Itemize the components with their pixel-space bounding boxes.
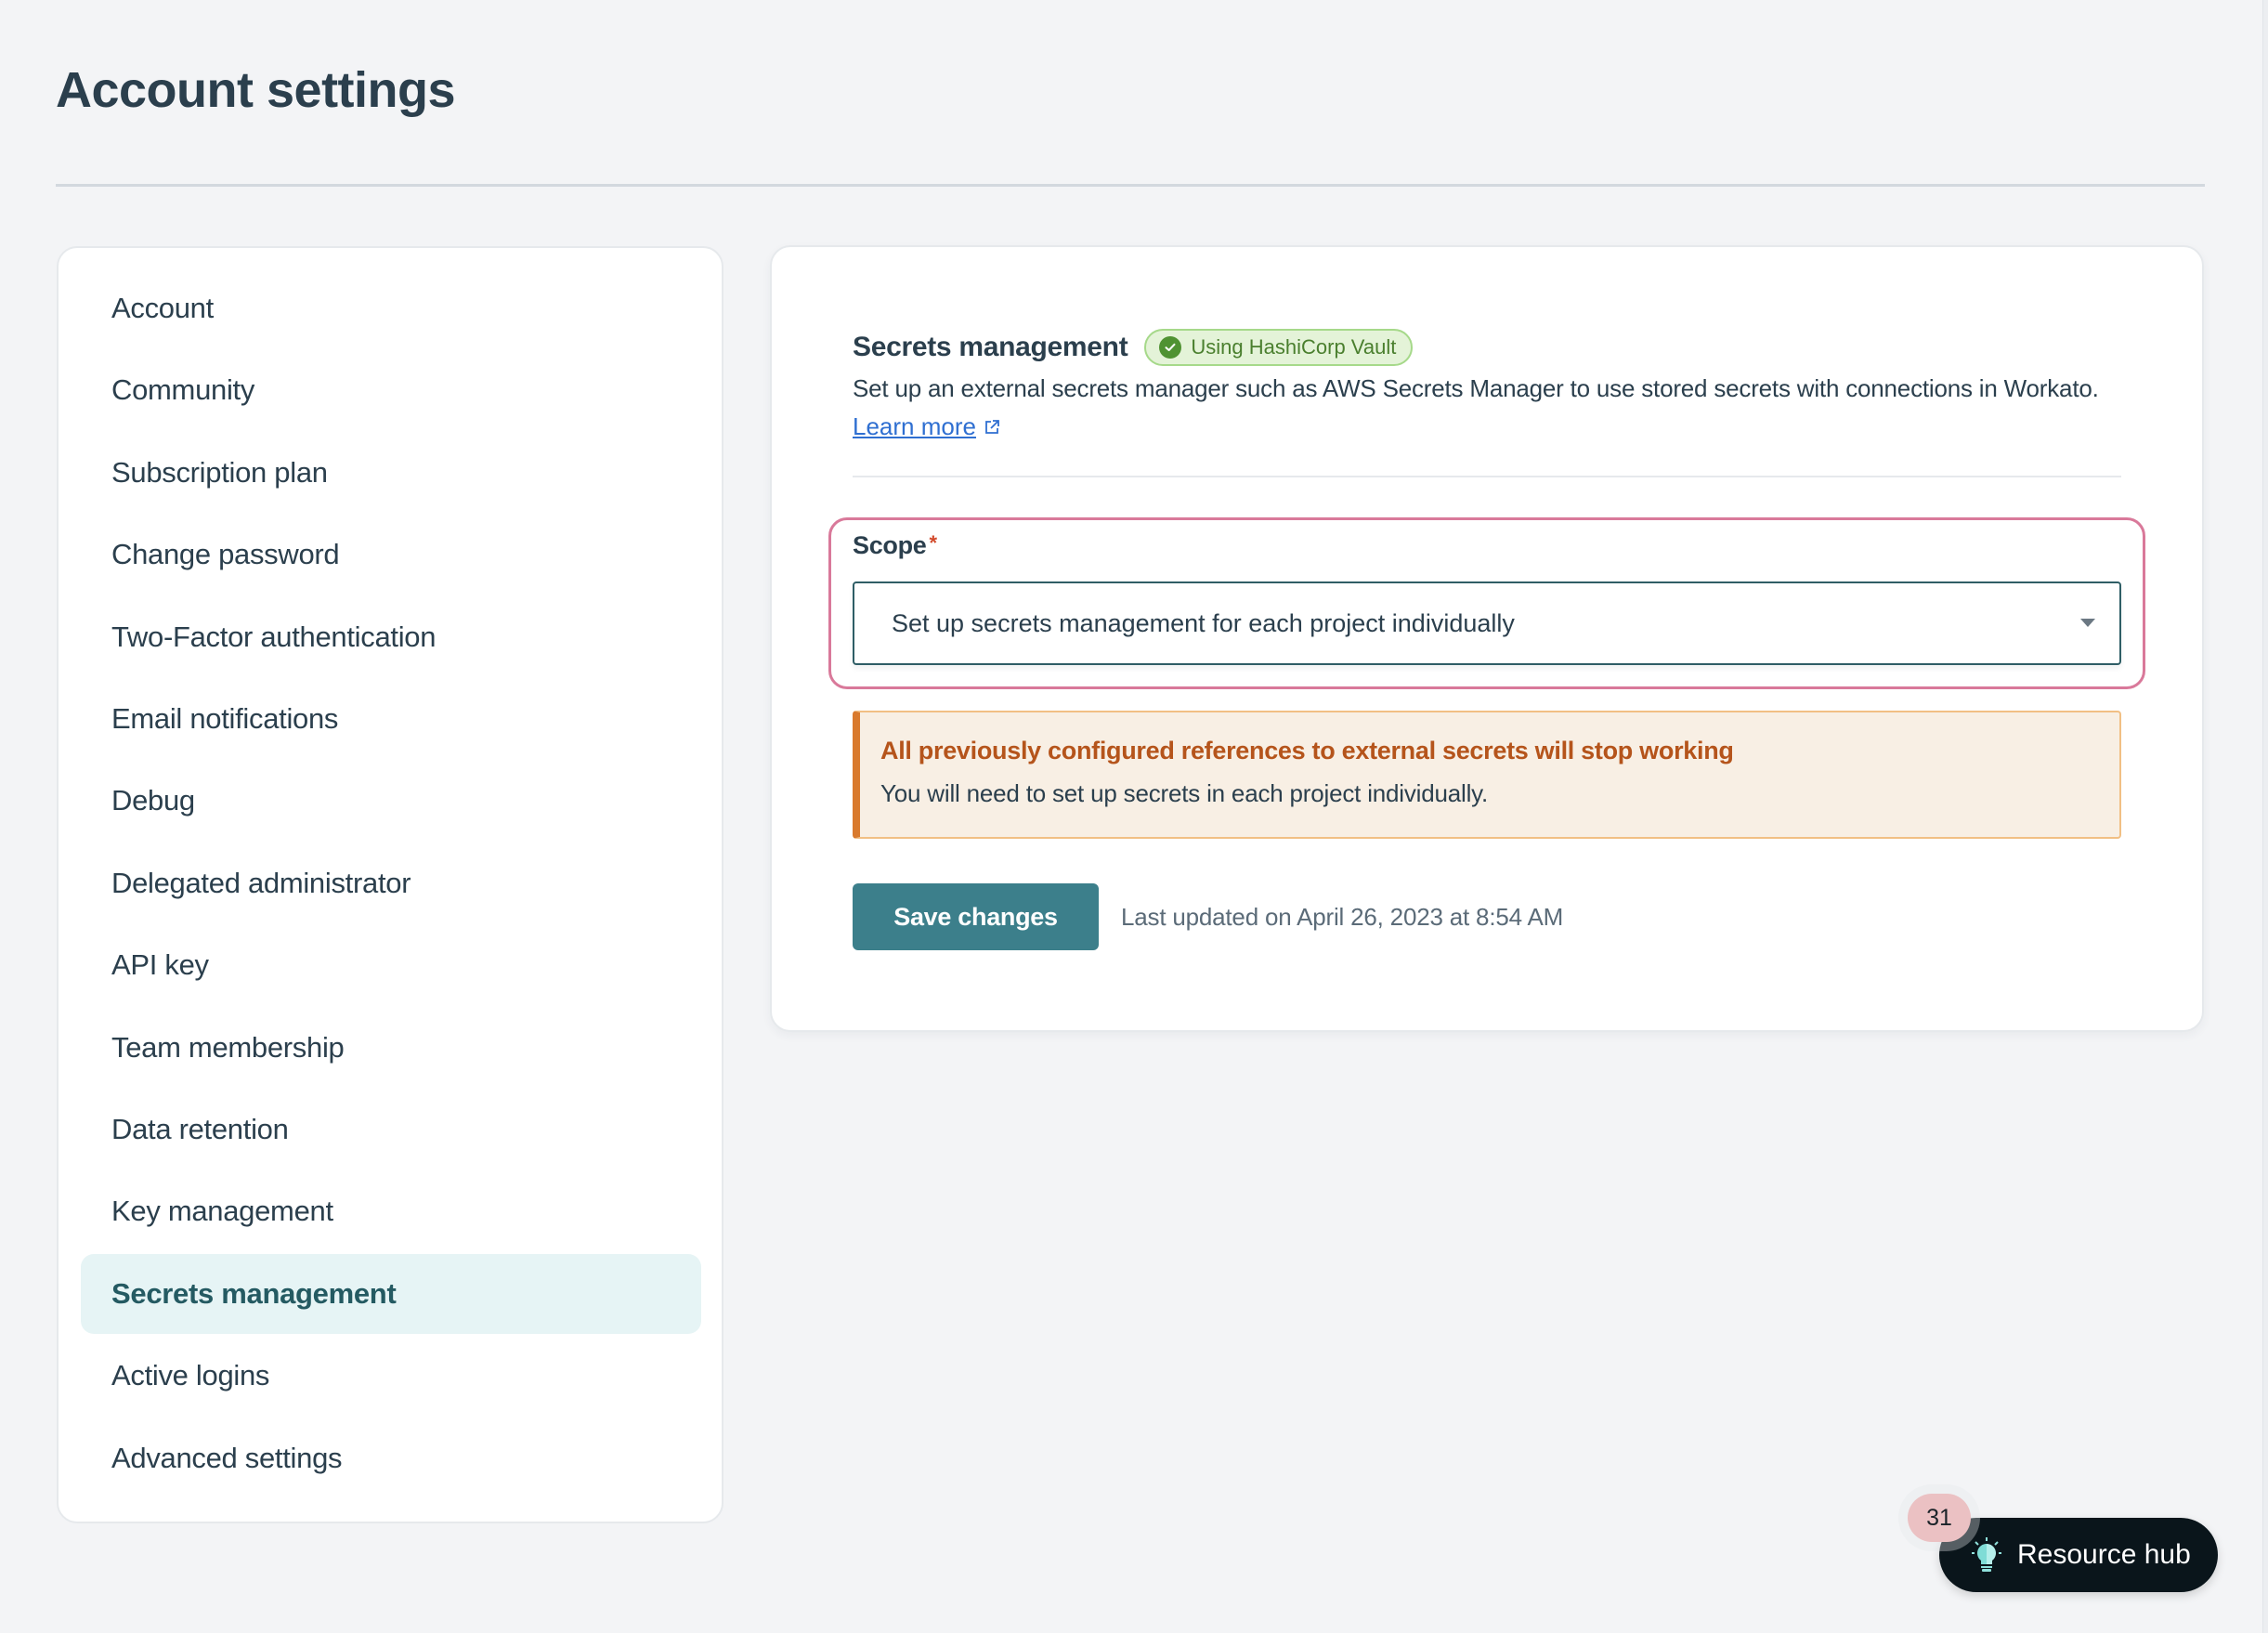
sidebar-item-label: Community xyxy=(111,373,255,407)
external-link-icon xyxy=(984,419,1000,436)
sidebar-item-change-password[interactable]: Change password xyxy=(81,515,701,594)
lightbulb-icon xyxy=(1971,1536,2002,1574)
last-updated-text: Last updated on April 26, 2023 at 8:54 A… xyxy=(1121,903,1564,931)
sidebar-item-two-factor-authentication[interactable]: Two-Factor authentication xyxy=(81,597,701,677)
sidebar-item-label: Account xyxy=(111,292,214,324)
save-changes-button[interactable]: Save changes xyxy=(853,883,1099,950)
sidebar-item-delegated-administrator[interactable]: Delegated administrator xyxy=(81,843,701,923)
caret-down-icon xyxy=(2080,619,2095,627)
page-scrollbar[interactable] xyxy=(2262,0,2268,1633)
sidebar-item-active-logins[interactable]: Active logins xyxy=(81,1336,701,1416)
section-title: Secrets management xyxy=(853,332,1128,362)
sidebar-item-label: Delegated administrator xyxy=(111,866,411,899)
page-title: Account settings xyxy=(56,62,456,118)
resource-hub-label: Resource hub xyxy=(2017,1539,2191,1570)
sidebar-item-label: Subscription plan xyxy=(111,455,328,489)
sidebar-item-subscription-plan[interactable]: Subscription plan xyxy=(81,433,701,513)
sidebar-item-label: Secrets management xyxy=(111,1276,397,1310)
scope-selected-value: Set up secrets management for each proje… xyxy=(892,608,1515,637)
scope-label-text: Scope xyxy=(853,531,927,559)
status-badge: Using HashiCorp Vault xyxy=(1144,329,1414,366)
sidebar-item-label: Team membership xyxy=(111,1030,345,1064)
card-divider xyxy=(853,476,2121,477)
sidebar-item-community[interactable]: Community xyxy=(81,350,701,430)
settings-sidebar: Account Community Subscription plan Change … xyxy=(57,246,723,1523)
sidebar-item-key-management[interactable]: Key management xyxy=(81,1171,701,1251)
sidebar-item-api-key[interactable]: API key xyxy=(81,925,701,1005)
scope-select[interactable]: Set up secrets management for each proje… xyxy=(853,581,2121,665)
sidebar-item-label: Change password xyxy=(111,538,340,571)
scope-label: Scope * xyxy=(853,531,937,560)
learn-more-link[interactable]: Learn more xyxy=(853,412,1000,441)
sidebar-item-label: Data retention xyxy=(111,1113,289,1145)
header-divider xyxy=(56,184,2205,187)
check-circle-icon xyxy=(1159,336,1182,359)
learn-more-label: Learn more xyxy=(853,412,976,440)
sidebar-item-label: Active logins xyxy=(111,1359,270,1392)
sidebar-item-label: Two-Factor authentication xyxy=(111,620,437,653)
sidebar-item-data-retention[interactable]: Data retention xyxy=(81,1090,701,1169)
warning-text: You will need to set up secrets in each … xyxy=(880,779,1489,807)
sidebar-item-debug[interactable]: Debug xyxy=(81,761,701,841)
sidebar-item-label: Key management xyxy=(111,1195,333,1228)
warning-title: All previously configured references to … xyxy=(880,737,1734,764)
required-asterisk: * xyxy=(929,531,938,555)
sidebar-item-label: API key xyxy=(111,948,209,982)
section-description: Set up an external secrets manager such … xyxy=(853,374,2099,402)
status-badge-label: Using HashiCorp Vault xyxy=(1191,335,1397,359)
sidebar-item-secrets-management[interactable]: Secrets management xyxy=(81,1253,701,1334)
sidebar-item-account[interactable]: Account xyxy=(81,268,701,348)
sidebar-item-advanced-settings[interactable]: Advanced settings xyxy=(81,1418,701,1498)
sidebar-item-team-membership[interactable]: Team membership xyxy=(81,1008,701,1088)
sidebar-item-email-notifications[interactable]: Email notifications xyxy=(81,679,701,759)
sidebar-item-label: Email notifications xyxy=(111,702,339,735)
sidebar-item-label: Advanced settings xyxy=(111,1441,343,1474)
notification-count-badge[interactable]: 31 xyxy=(1908,1494,1971,1542)
account-settings-page: Account settings Account Community Subscri… xyxy=(0,0,2268,1633)
warning-alert: All previously configured references to … xyxy=(853,711,2121,839)
resource-hub-button[interactable]: Resource hub xyxy=(1939,1518,2218,1592)
sidebar-item-label: Debug xyxy=(111,784,195,817)
section-header: Secrets management Using HashiCorp Vault xyxy=(853,327,1414,368)
